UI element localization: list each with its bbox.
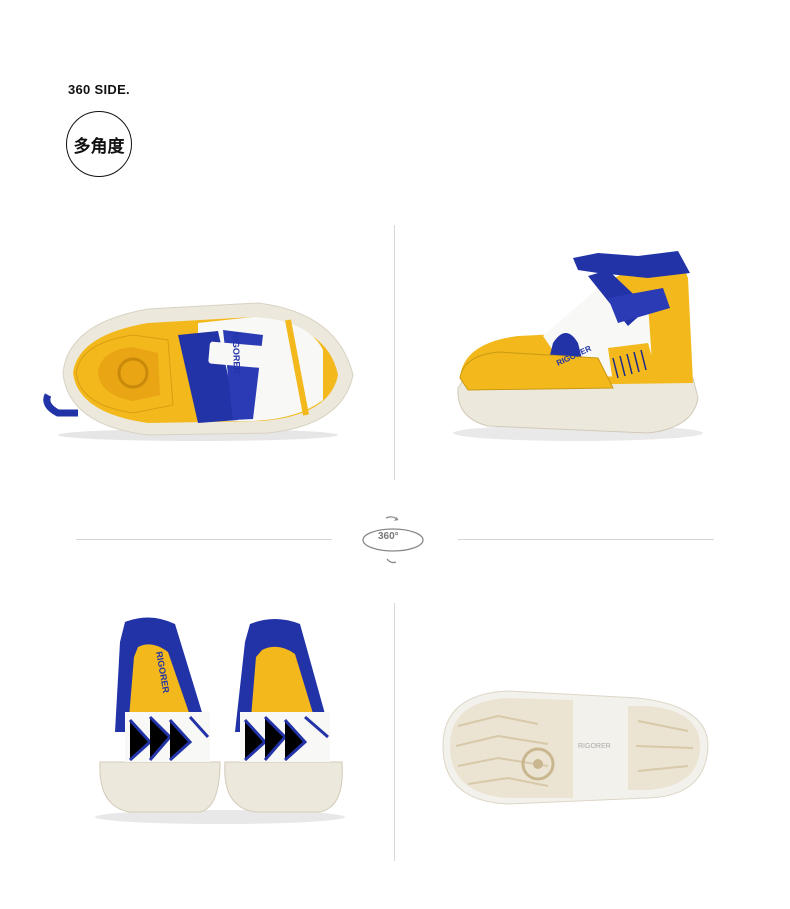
shoe-side-view: RIGORER <box>448 248 708 448</box>
multi-angle-badge: 多角度 <box>66 111 132 177</box>
section-title: 360 SIDE. <box>68 82 130 97</box>
divider-horizontal-left <box>76 539 332 540</box>
rotate-360-label: 360° <box>378 531 399 542</box>
divider-horizontal-right <box>458 539 714 540</box>
rotate-360-icon: 360° <box>358 514 428 564</box>
shoe-back-view: RIGORER <box>90 612 350 827</box>
top-view-brand-text: RIGORER <box>231 332 242 375</box>
sole-view-brand-text: RIGORER <box>578 743 611 750</box>
shoe-top-view: RIGORER <box>38 295 358 445</box>
divider-vertical-bottom <box>394 603 395 861</box>
divider-vertical-top <box>394 225 395 480</box>
shoe-sole-view: RIGORER <box>438 686 713 811</box>
